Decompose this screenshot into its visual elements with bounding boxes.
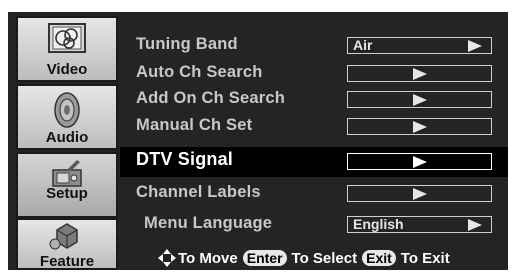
- tab-video-label: Video: [46, 61, 88, 78]
- menu-panel: Video Audio Setup Feature Tuning Band Ai…: [8, 12, 508, 270]
- select-hint: To Select: [291, 249, 358, 267]
- tab-setup[interactable]: Setup: [16, 152, 118, 218]
- right-arrow-icon: [413, 188, 427, 200]
- tab-setup-label: Setup: [46, 185, 88, 202]
- right-arrow-icon: [413, 121, 427, 133]
- channel-labels-button[interactable]: [347, 185, 492, 202]
- right-arrow-icon: [413, 94, 427, 106]
- setup-menu: Tuning Band Air Auto Ch Search Add On Ch…: [120, 12, 508, 270]
- menu-item-label: Tuning Band: [136, 35, 238, 53]
- menu-item-manual-ch-set[interactable]: Manual Ch Set: [120, 115, 508, 139]
- tv-menu-screen: Video Audio Setup Feature Tuning Band Ai…: [0, 0, 512, 274]
- menu-item-label: Auto Ch Search: [136, 63, 263, 81]
- four-way-arrow-icon: [158, 249, 176, 267]
- manual-ch-set-button[interactable]: [347, 118, 492, 135]
- help-footer: To Move Enter To Select Exit To Exit: [158, 249, 452, 267]
- menu-item-tuning-band[interactable]: Tuning Band Air: [120, 34, 508, 58]
- right-arrow-icon: [468, 40, 482, 52]
- menu-item-menu-language[interactable]: Menu Language English: [120, 213, 508, 237]
- right-arrow-icon: [413, 68, 427, 80]
- sidebar: Video Audio Setup Feature: [8, 12, 120, 270]
- menu-item-dtv-signal[interactable]: DTV Signal: [120, 149, 508, 174]
- video-icon: [47, 22, 87, 61]
- right-arrow-icon: [413, 156, 427, 168]
- menu-item-label: Channel Labels: [136, 183, 261, 201]
- add-on-ch-search-button[interactable]: [347, 91, 492, 108]
- menu-language-value: English: [353, 216, 404, 232]
- menu-item-label: Menu Language: [144, 214, 273, 232]
- tab-feature-label: Feature: [39, 253, 95, 270]
- tab-audio[interactable]: Audio: [16, 84, 118, 150]
- menu-language-selector[interactable]: English: [347, 216, 492, 233]
- exit-key-badge: Exit: [362, 250, 396, 266]
- move-hint: To Move: [178, 249, 238, 267]
- right-arrow-icon: [468, 219, 482, 231]
- menu-item-channel-labels[interactable]: Channel Labels: [120, 182, 508, 206]
- enter-key-badge: Enter: [242, 250, 287, 266]
- menu-item-add-on-ch-search[interactable]: Add On Ch Search: [120, 88, 508, 112]
- feature-icon: [47, 222, 87, 257]
- dtv-signal-button[interactable]: [347, 153, 492, 170]
- menu-item-label: Manual Ch Set: [136, 116, 253, 134]
- menu-item-label: Add On Ch Search: [136, 89, 285, 107]
- exit-hint: To Exit: [400, 249, 450, 267]
- tuning-band-selector[interactable]: Air: [347, 37, 492, 54]
- auto-ch-search-button[interactable]: [347, 65, 492, 82]
- menu-item-auto-ch-search[interactable]: Auto Ch Search: [120, 62, 508, 86]
- tab-audio-label: Audio: [45, 129, 89, 146]
- menu-item-label: DTV Signal: [136, 149, 234, 169]
- tuning-band-value: Air: [353, 37, 373, 53]
- tab-video[interactable]: Video: [16, 16, 118, 82]
- tab-feature[interactable]: Feature: [16, 218, 118, 270]
